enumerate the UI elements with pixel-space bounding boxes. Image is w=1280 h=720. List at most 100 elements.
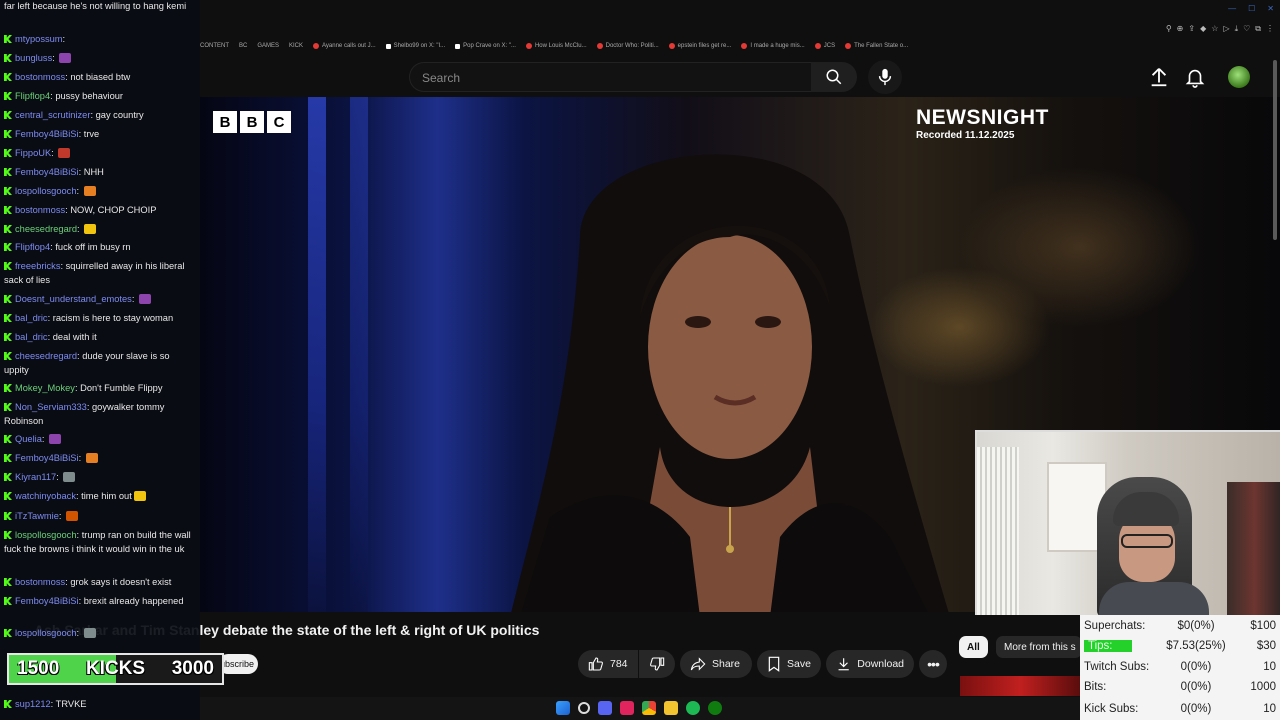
chat-username[interactable]: central_scrutinizer — [15, 110, 90, 120]
kicks-goal-bar: 1500 KICKS 3000 — [7, 653, 224, 685]
kick-badge-icon — [4, 35, 12, 43]
chat-separator: : — [52, 53, 58, 63]
page-scrollbar[interactable] — [1273, 60, 1277, 240]
chat-username[interactable]: bal_dric — [15, 332, 48, 342]
play-icon[interactable]: ▷ — [1223, 24, 1229, 34]
bookmark-item[interactable]: How Louis McClu... — [525, 38, 587, 54]
share-icon[interactable]: ⇪ — [1188, 24, 1195, 34]
account-avatar[interactable] — [1228, 66, 1250, 88]
chat-username[interactable]: Femboy4BiBiSi — [15, 167, 79, 177]
chat-username[interactable]: bostonmoss — [15, 72, 65, 82]
close-icon[interactable]: ✕ — [1267, 4, 1274, 13]
bookmark-item[interactable]: Doctor Who: Politi... — [596, 38, 659, 54]
live-chat-panel: far left because he's not willing to han… — [0, 0, 200, 720]
windows-start-icon[interactable] — [556, 701, 570, 715]
chat-username[interactable]: bostonmoss — [15, 577, 65, 587]
chat-username[interactable]: Flipflop4 — [15, 91, 50, 101]
bookmark-item[interactable]: JCS — [814, 38, 835, 54]
kick-badge-icon — [4, 492, 12, 500]
chat-username[interactable]: FippoUK — [15, 148, 51, 158]
chat-username[interactable]: lospollosgooch — [15, 530, 77, 540]
chat-username[interactable]: bal_dric — [15, 313, 48, 323]
webcam-streamer-body — [1099, 582, 1209, 615]
voice-search-button[interactable] — [868, 60, 902, 94]
bookmark-item[interactable]: BC — [239, 38, 247, 54]
bookmark-item[interactable]: I made a huge mis... — [741, 38, 805, 54]
chat-username[interactable]: iTzTawmie — [15, 511, 59, 521]
chat-emote-icon — [63, 472, 76, 482]
like-button[interactable]: 784 — [578, 650, 638, 678]
stats-label: Tips: — [1084, 640, 1132, 652]
search-button[interactable] — [811, 62, 857, 92]
browser-taskbar-icon[interactable] — [620, 701, 634, 715]
save-button[interactable]: Save — [757, 650, 821, 678]
filter-chip-more-from-channel[interactable]: More from this s — [996, 636, 1082, 658]
chat-username[interactable]: lospollosgooch — [15, 186, 77, 196]
chat-username[interactable]: Flipflop4 — [15, 242, 50, 252]
bookmark-item[interactable]: Pop Crave on X: "... — [455, 38, 516, 54]
chrome-icon[interactable] — [642, 701, 656, 715]
share-button[interactable]: Share — [680, 650, 752, 678]
bookmark-item[interactable]: Ayanne calls out J... — [313, 38, 376, 54]
heart-icon[interactable]: ♡ — [1243, 24, 1250, 34]
upload-icon[interactable] — [1148, 66, 1170, 88]
download-icon[interactable]: ⤓ — [1235, 24, 1239, 34]
stats-value: 0(0%) — [1180, 681, 1212, 693]
chat-username[interactable]: cheesedregard — [15, 351, 77, 361]
maximize-icon[interactable]: ☐ — [1248, 4, 1255, 13]
bookmark-item[interactable]: KICK — [289, 38, 303, 54]
notifications-bell-icon[interactable] — [1184, 66, 1206, 88]
chat-username[interactable]: Non_Serviam333 — [15, 402, 87, 412]
kick-badge-icon — [4, 384, 12, 392]
filter-chip-all[interactable]: All — [959, 636, 988, 658]
chat-username[interactable]: Femboy4BiBiSi — [15, 596, 79, 606]
bookmark-favicon — [385, 43, 391, 49]
bookmark-item[interactable]: Shelbo99 on X: "I... — [385, 38, 445, 54]
discord-icon[interactable] — [598, 701, 612, 715]
dislike-button[interactable] — [639, 650, 675, 678]
download-button[interactable]: Download — [826, 650, 914, 678]
chat-text: trve — [83, 129, 100, 139]
bookmark-item[interactable]: epstein files get re... — [668, 38, 732, 54]
chat-username[interactable]: Quelia — [15, 434, 42, 444]
chat-username[interactable]: Femboy4BiBiSi — [15, 129, 79, 139]
zoom-icon[interactable]: ⚲ — [1166, 24, 1172, 34]
chat-username[interactable]: sup1212 — [15, 699, 51, 709]
chat-separator: : — [76, 628, 82, 638]
chat-username[interactable]: lospollosgooch — [15, 628, 77, 638]
search-input[interactable]: Search — [409, 62, 811, 92]
minimize-icon[interactable]: — — [1228, 4, 1236, 13]
chat-username[interactable]: freeebricks — [15, 261, 60, 271]
shield-icon[interactable]: ◆ — [1200, 24, 1206, 34]
kick-badge-icon — [4, 454, 12, 462]
taskbar-search-icon[interactable] — [578, 702, 590, 714]
chat-username[interactable]: Kiyran117 — [15, 472, 56, 482]
chat-username[interactable]: Doesnt_understand_emotes — [15, 294, 132, 304]
file-explorer-icon[interactable] — [664, 701, 678, 715]
chat-separator: : — [131, 294, 137, 304]
bookmark-item[interactable]: CONTENT — [200, 38, 229, 54]
extensions-icon[interactable]: ⧉ — [1255, 24, 1261, 34]
chat-username[interactable]: bungluss — [15, 53, 52, 63]
subscribe-button[interactable]: Subscribe — [218, 654, 258, 674]
chat-username[interactable]: bostonmoss — [15, 205, 65, 215]
translate-icon[interactable]: ⊕ — [1177, 24, 1184, 34]
bookmark-icon[interactable]: ☆ — [1211, 24, 1218, 34]
chat-username[interactable]: Mokey_Mokey — [15, 383, 75, 393]
chat-username[interactable]: mtypossum — [15, 34, 63, 44]
spotify-icon[interactable] — [686, 701, 700, 715]
chat-username[interactable]: Femboy4BiBiSi — [15, 453, 79, 463]
bookmark-item[interactable]: The Fallen State o... — [845, 38, 908, 54]
chat-message: watchinyoback: time him out — [4, 490, 194, 504]
bookmark-label: epstein files get re... — [677, 43, 732, 49]
recommended-video-thumbnail[interactable] — [960, 676, 1080, 696]
bookmark-item[interactable]: GAMES — [257, 38, 279, 54]
menu-icon[interactable]: ⋮ — [1266, 24, 1274, 34]
xbox-icon[interactable] — [708, 701, 722, 715]
bookmarks-bar: CONTENT BC GAMES KICK Ayanne calls out J... S… — [200, 38, 908, 54]
more-actions-button[interactable]: ••• — [919, 650, 947, 678]
chat-username[interactable]: watchinyoback — [15, 491, 76, 501]
bookmark-favicon — [845, 43, 852, 49]
chat-username[interactable]: cheesedregard — [15, 224, 77, 234]
microphone-icon — [878, 68, 892, 86]
